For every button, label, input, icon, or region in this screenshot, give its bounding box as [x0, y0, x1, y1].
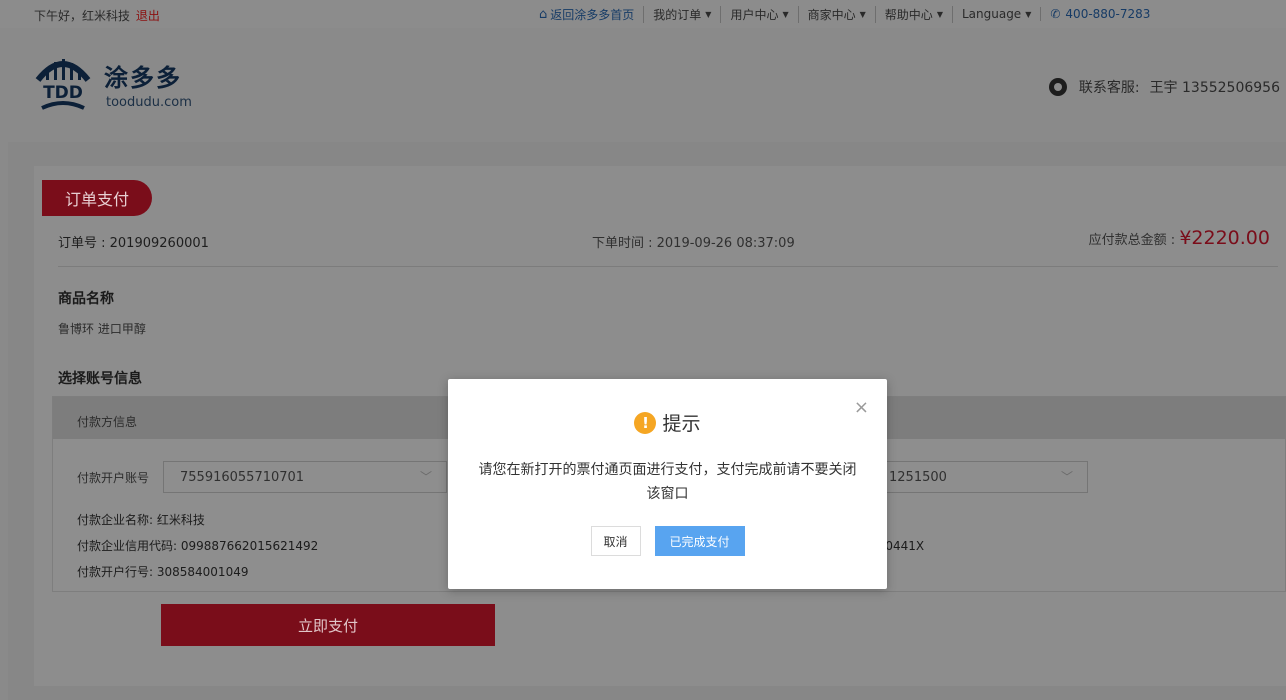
home-link[interactable]: ⌂ 返回涂多多首页	[530, 5, 645, 23]
my-orders-label: 我的订单	[653, 7, 702, 22]
my-orders-menu[interactable]: 我的订单 ▼	[644, 5, 722, 23]
order-time: 下单时间 : 2019-09-26 08:37:09	[592, 236, 795, 251]
divider	[58, 266, 1278, 267]
dialog-message: 请您在新打开的票付通页面进行支付，支付完成前请不要关闭该窗口	[478, 462, 857, 502]
product-title: 商品名称	[58, 291, 114, 307]
support-label: 联系客服:	[1078, 80, 1140, 96]
dialog-title: ! 提示	[448, 409, 887, 436]
logo-mark-icon: TDD	[35, 59, 91, 110]
payment-prompt-dialog: × ! 提示 请您在新打开的票付通页面进行支付，支付完成前请不要关闭该窗口 取消…	[448, 379, 887, 589]
home-link-label: 返回涂多多首页	[550, 7, 635, 22]
total-label: 应付款总金额 :	[1088, 233, 1180, 248]
header: TDD 涂多多 toodudu.com 联系客服: 王宇 13552506956	[8, 28, 1286, 142]
logo-badge-text: TDD	[43, 83, 83, 103]
payer-company: 付款企业名称: 红米科技	[77, 513, 205, 527]
chevron-down-icon: ﹀	[420, 470, 433, 484]
help-center-label: 帮助中心	[884, 7, 933, 22]
chevron-down-icon: ﹀	[1060, 470, 1073, 484]
section-tag: 订单支付	[42, 180, 152, 216]
language-menu[interactable]: Language ▼	[953, 7, 1042, 21]
chevron-down-icon: ▼	[782, 9, 789, 19]
order-number: 订单号 : 201909260001	[58, 236, 209, 251]
chevron-down-icon: ▼	[936, 9, 943, 19]
chevron-down-icon: ▼	[859, 9, 866, 19]
dialog-title-text: 提示	[662, 413, 701, 435]
account-title: 选择账号信息	[58, 371, 142, 387]
logo-title: 涂多多	[104, 64, 182, 92]
payer-bank-number: 付款开户行号: 308584001049	[77, 565, 249, 579]
order-total: 应付款总金额 : ¥2220.00	[1089, 227, 1270, 249]
payment-done-button[interactable]: 已完成支付	[654, 526, 745, 556]
logo-domain: toodudu.com	[106, 95, 192, 110]
help-center-menu[interactable]: 帮助中心 ▼	[876, 5, 953, 23]
chevron-down-icon: ▼	[1025, 9, 1032, 19]
payee-account-value: 1251500	[889, 469, 947, 485]
product-name: 鲁博环 进口甲醇	[58, 322, 146, 336]
order-summary: 订单号 : 201909260001 下单时间 : 2019-09-26 08:…	[58, 227, 1278, 266]
chevron-down-icon: ▼	[705, 9, 712, 19]
phone-link[interactable]: ✆ 400-880-7283	[1041, 7, 1159, 21]
customer-support: 联系客服: 王宇 13552506956	[1048, 77, 1280, 97]
payer-account-label: 付款开户账号	[77, 470, 150, 485]
logout-link[interactable]: 退出	[136, 9, 160, 23]
merchant-center-menu[interactable]: 商家中心 ▼	[799, 5, 876, 23]
payer-account-row: 付款开户账号 755916055710701 ﹀	[77, 461, 448, 493]
top-bar: 下午好，红米科技 退出 ⌂ 返回涂多多首页 我的订单 ▼ 用户中心 ▼ 商家中心…	[0, 0, 1286, 28]
support-contact: 王宇 13552506956	[1149, 80, 1280, 96]
total-amount: ¥2220.00	[1179, 227, 1270, 249]
greeting-text: 下午好，红米科技	[34, 9, 131, 23]
payer-account-select[interactable]: 755916055710701 ﹀	[163, 461, 448, 493]
top-nav: ⌂ 返回涂多多首页 我的订单 ▼ 用户中心 ▼ 商家中心 ▼ 帮助中心 ▼ La…	[530, 5, 1159, 23]
pay-now-button[interactable]: 立即支付	[161, 604, 495, 646]
user-center-menu[interactable]: 用户中心 ▼	[721, 5, 799, 23]
phone-icon: ✆	[1050, 7, 1061, 21]
language-label: Language	[961, 7, 1022, 21]
greeting: 下午好，红米科技 退出	[34, 7, 160, 24]
cancel-button[interactable]: 取消	[590, 526, 641, 556]
warning-icon: !	[634, 411, 657, 434]
merchant-center-label: 商家中心	[807, 7, 856, 22]
user-center-label: 用户中心	[730, 7, 779, 22]
headset-icon	[1048, 78, 1067, 96]
payer-credit-code: 付款企业信用代码: 099887662015621492	[77, 539, 319, 553]
dialog-actions: 取消 已完成支付	[448, 526, 887, 556]
home-icon: ⌂	[539, 6, 548, 22]
payer-account-value: 755916055710701	[180, 469, 305, 485]
phone-number: 400-880-7283	[1065, 7, 1151, 21]
site-logo[interactable]: TDD 涂多多 toodudu.com	[34, 50, 214, 130]
